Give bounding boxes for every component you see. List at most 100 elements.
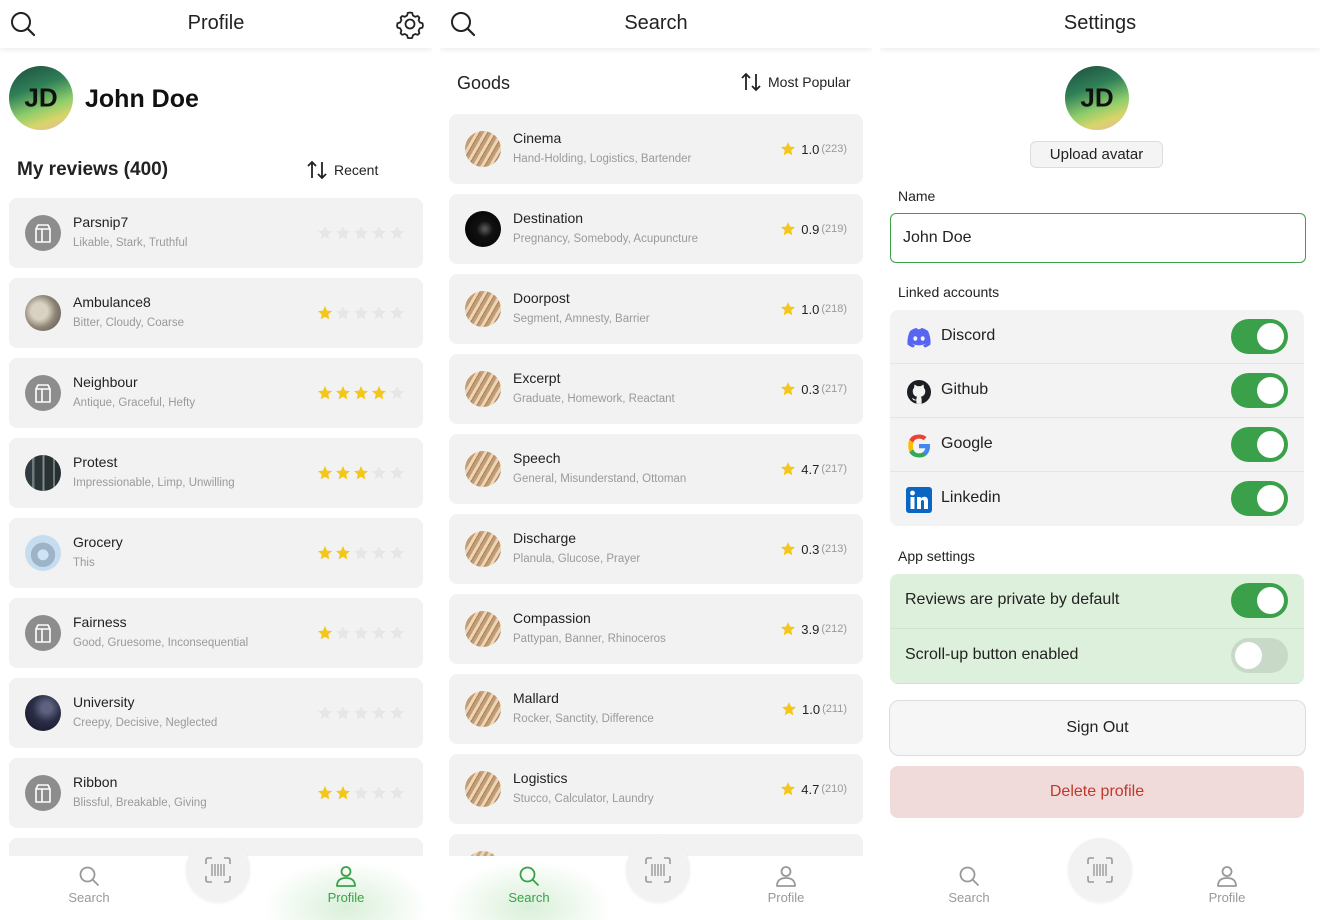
reviews-heading: My reviews (400) [17, 159, 169, 180]
review-card[interactable]: Protest Impressionable, Limp, Unwilling [9, 438, 423, 508]
goods-card[interactable]: Compassion Pattypan, Banner, Rhinoceros 3.… [449, 594, 863, 664]
star-empty-icon [336, 226, 350, 240]
account-label: Github [941, 381, 989, 398]
scroll-up-toggle[interactable] [1231, 638, 1288, 673]
review-tags: Antique, Graceful, Hefty [73, 397, 196, 409]
goods-tags: Segment, Amnesty, Barrier [513, 313, 650, 325]
sort-recent-button[interactable]: Recent [306, 160, 378, 180]
page-title: Profile [187, 12, 245, 34]
goods-name: Speech [513, 450, 561, 466]
item-thumbnail [465, 371, 501, 407]
goods-card[interactable]: Logistics Stucco, Calculator, Laundry 4.7(… [449, 754, 863, 824]
account-row-linkedin: Linkedin [890, 472, 1304, 526]
star-filled-icon [318, 306, 332, 320]
review-card[interactable]: Neighbour Antique, Graceful, Hefty [9, 358, 423, 428]
star-empty-icon [390, 386, 404, 400]
star-empty-icon [390, 626, 404, 640]
linkedin-toggle[interactable] [1231, 481, 1288, 516]
sort-label: Recent [334, 162, 379, 178]
goods-card[interactable]: Destination Pregnancy, Somebody, Acupunct… [449, 194, 863, 264]
goods-card[interactable]: Discharge Planula, Glucose, Prayer 0.3 (213… [449, 514, 863, 584]
avatar-initials: JD [24, 82, 58, 113]
search-topbar: Search [440, 0, 872, 48]
review-tags: This [73, 557, 95, 569]
star-rating [317, 545, 405, 561]
nav-search[interactable]: Search [474, 864, 584, 905]
scan-button[interactable] [1068, 838, 1132, 902]
goods-card[interactable]: Speech General, Misunderstand, Ottoman 4.7… [449, 434, 863, 504]
linked-accounts-list: Discord Github Google Linkedin [890, 310, 1304, 526]
scan-button[interactable] [626, 838, 690, 902]
nav-search-label: Search [508, 890, 550, 905]
review-card[interactable]: Ribbon Blissful, Breakable, Giving [9, 758, 423, 828]
goods-card[interactable]: Mallard Rocker, Sanctity, Difference 1.0 (2… [449, 674, 863, 744]
product-placeholder-icon [35, 384, 51, 403]
review-card[interactable]: Parsnip7 Likable, Stark, Truthful [9, 198, 423, 268]
nav-profile[interactable]: Profile [731, 864, 841, 905]
user-icon [1217, 866, 1237, 887]
goods-card[interactable]: Cinema Hand-Holding, Logistics, Bartender… [449, 114, 863, 184]
private-reviews-toggle[interactable] [1231, 583, 1288, 618]
rating-value: 1.0 [801, 141, 820, 157]
github-toggle[interactable] [1231, 373, 1288, 408]
nav-profile[interactable]: Profile [1172, 864, 1282, 905]
star-rating [317, 225, 405, 241]
search-icon [959, 866, 979, 886]
review-tags: Bitter, Cloudy, Coarse [73, 317, 185, 329]
star-empty-icon [390, 466, 404, 480]
item-thumbnail [465, 131, 501, 167]
star-rating [317, 385, 405, 401]
scan-button[interactable] [186, 838, 250, 902]
upload-avatar-button[interactable]: Upload avatar [1030, 141, 1163, 168]
star-empty-icon [372, 306, 386, 320]
section-label: Goods [457, 73, 511, 93]
nav-search-label: Search [948, 890, 990, 905]
discord-toggle[interactable] [1231, 319, 1288, 354]
item-thumbnail [465, 771, 501, 807]
sort-icon [741, 72, 761, 92]
review-card[interactable]: Ambulance8 Bitter, Cloudy, Coarse [9, 278, 423, 348]
nav-search[interactable]: Search [914, 864, 1024, 905]
item-thumbnail [25, 615, 61, 651]
review-name: University [73, 694, 135, 710]
star-filled-icon [318, 546, 332, 560]
star-rating [317, 465, 405, 481]
goods-tags: Planula, Glucose, Prayer [513, 553, 641, 565]
star-empty-icon [390, 306, 404, 320]
goods-rating: 1.0 (211) [781, 701, 847, 717]
gear-icon[interactable] [395, 9, 425, 39]
item-thumbnail [25, 695, 61, 731]
sort-popular-button[interactable]: Most Popular [740, 72, 850, 92]
product-placeholder-icon [35, 624, 51, 643]
review-card[interactable]: Fairness Good, Gruesome, Inconsequential [9, 598, 423, 668]
star-empty-icon [354, 306, 368, 320]
rating-count: (211) [822, 703, 847, 715]
nav-search[interactable]: Search [34, 864, 144, 905]
goods-rating: 4.7 (217) [780, 461, 847, 477]
goods-name: Cinema [513, 130, 562, 146]
bottom-nav: Search Profile [440, 838, 872, 920]
star-filled-icon [354, 466, 368, 480]
setting-label: Scroll-up button enabled [905, 646, 1079, 663]
review-card[interactable]: University Creepy, Decisive, Neglected [9, 678, 423, 748]
review-card[interactable]: Grocery This [9, 518, 423, 588]
rating-count: (218) [821, 303, 847, 315]
star-filled-icon [781, 382, 796, 396]
account-row-github: Github [890, 364, 1304, 418]
google-icon [908, 434, 930, 458]
review-name: Ribbon [73, 774, 118, 790]
avatar: JD [9, 66, 73, 130]
sign-out-button[interactable]: Sign Out [889, 700, 1306, 756]
nav-profile[interactable]: Profile [291, 864, 401, 905]
goods-card[interactable]: Excerpt Graduate, Homework, Reactant 0.3 (2… [449, 354, 863, 424]
goods-card[interactable]: Doorpost Segment, Amnesty, Barrier 1.0 (218… [449, 274, 863, 344]
google-toggle[interactable] [1231, 427, 1288, 462]
star-filled-icon [336, 546, 350, 560]
star-empty-icon [390, 546, 404, 560]
goods-tags: Pregnancy, Somebody, Acupuncture [513, 233, 698, 245]
delete-profile-button[interactable]: Delete profile [890, 766, 1304, 818]
item-thumbnail [465, 531, 501, 567]
name-field[interactable] [890, 213, 1306, 263]
item-thumbnail [465, 611, 501, 647]
star-empty-icon [354, 226, 368, 240]
